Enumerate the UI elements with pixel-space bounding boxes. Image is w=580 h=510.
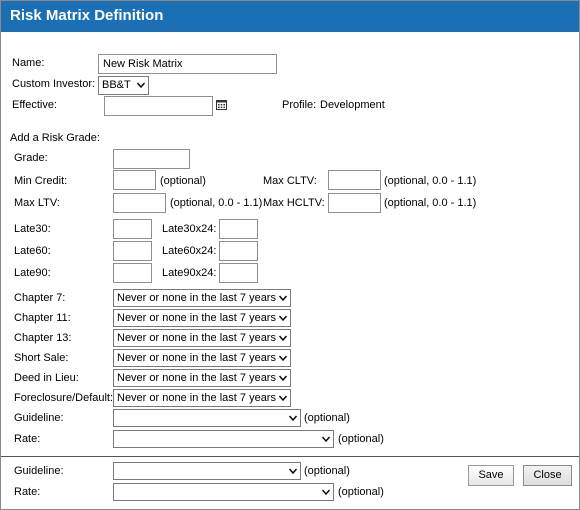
deed-in-lieu-label: Deed in Lieu:: [14, 372, 79, 384]
late30-label: Late30:: [14, 223, 51, 235]
late90-label: Late90:: [14, 267, 51, 279]
close-button[interactable]: Close: [523, 465, 572, 486]
title-bar: Risk Matrix Definition: [1, 1, 579, 32]
dialog-title: Risk Matrix Definition: [10, 7, 164, 24]
short-sale-label: Short Sale:: [14, 352, 69, 364]
name-input[interactable]: New Risk Matrix: [98, 54, 277, 74]
max-hcltv-input[interactable]: [328, 193, 381, 213]
late90-input[interactable]: [113, 263, 152, 283]
chevron-down-icon: [279, 394, 287, 402]
foreclosure-value: Never or none in the last 7 years: [117, 392, 276, 404]
chapter13-label: Chapter 13:: [14, 332, 72, 344]
max-hcltv-hint: (optional, 0.0 - 1.1): [384, 197, 477, 209]
deed-in-lieu-select[interactable]: Never or none in the last 7 years: [113, 369, 291, 387]
chapter7-value: Never or none in the last 7 years: [117, 292, 276, 304]
max-ltv-hint: (optional, 0.0 - 1.1): [170, 197, 263, 209]
risk-matrix-dialog: Risk Matrix Definition Name: New Risk Ma…: [0, 0, 580, 510]
footer-rate-label: Rate:: [14, 486, 41, 498]
late30-input[interactable]: [113, 219, 152, 239]
chevron-down-icon: [289, 414, 297, 422]
chapter13-value: Never or none in the last 7 years: [117, 332, 276, 344]
chevron-down-icon: [279, 374, 287, 382]
chapter11-label: Chapter 11:: [14, 312, 71, 324]
max-hcltv-label: Max HCLTV:: [263, 197, 325, 209]
footer-guideline-select[interactable]: [113, 462, 301, 480]
max-cltv-label: Max CLTV:: [263, 175, 317, 187]
effective-label: Effective:: [12, 99, 58, 111]
chevron-down-icon: [137, 81, 145, 89]
profile-value: Development: [320, 99, 385, 111]
footer-divider: [1, 456, 579, 457]
max-cltv-hint: (optional, 0.0 - 1.1): [384, 175, 477, 187]
late90x24-input[interactable]: [219, 263, 258, 283]
add-risk-grade-heading: Add a Risk Grade:: [10, 132, 100, 144]
footer-guideline-hint: (optional): [304, 465, 350, 477]
chapter11-value: Never or none in the last 7 years: [117, 312, 276, 324]
late60x24-input[interactable]: [219, 241, 258, 261]
deed-in-lieu-value: Never or none in the last 7 years: [117, 372, 276, 384]
guideline-select[interactable]: [113, 409, 301, 427]
profile-label: Profile:: [282, 99, 317, 111]
min-credit-hint: (optional): [160, 175, 206, 187]
late30x24-label: Late30x24:: [162, 223, 217, 235]
late30x24-input[interactable]: [219, 219, 258, 239]
late90x24-label: Late90x24:: [162, 267, 217, 279]
rate-hint: (optional): [338, 433, 384, 445]
custom-investor-select[interactable]: BB&T: [98, 76, 149, 95]
save-button[interactable]: Save: [468, 465, 514, 486]
short-sale-select[interactable]: Never or none in the last 7 years: [113, 349, 291, 367]
min-credit-label: Min Credit:: [14, 175, 68, 187]
chapter7-label: Chapter 7:: [14, 292, 66, 304]
late60-label: Late60:: [14, 245, 51, 257]
calendar-icon[interactable]: [216, 99, 227, 110]
chevron-down-icon: [289, 467, 297, 475]
foreclosure-label: Foreclosure/Default:: [14, 392, 114, 404]
chapter11-select[interactable]: Never or none in the last 7 years: [113, 309, 291, 327]
short-sale-value: Never or none in the last 7 years: [117, 352, 276, 364]
max-cltv-input[interactable]: [328, 170, 381, 190]
chevron-down-icon: [279, 334, 287, 342]
footer-rate-select[interactable]: [113, 483, 334, 501]
chevron-down-icon: [279, 354, 287, 362]
custom-investor-value: BB&T: [102, 79, 131, 91]
rate-select[interactable]: [113, 430, 334, 448]
chapter7-select[interactable]: Never or none in the last 7 years: [113, 289, 291, 307]
chapter13-select[interactable]: Never or none in the last 7 years: [113, 329, 291, 347]
chevron-down-icon: [322, 435, 330, 443]
grade-label: Grade:: [14, 152, 48, 164]
footer-rate-hint: (optional): [338, 486, 384, 498]
late60x24-label: Late60x24:: [162, 245, 217, 257]
effective-date-input[interactable]: [104, 96, 213, 116]
min-credit-input[interactable]: [113, 170, 156, 190]
custom-investor-label: Custom Investor:: [12, 78, 96, 90]
guideline-hint: (optional): [304, 412, 350, 424]
late60-input[interactable]: [113, 241, 152, 261]
chevron-down-icon: [279, 314, 287, 322]
chevron-down-icon: [279, 294, 287, 302]
name-label: Name:: [12, 57, 45, 69]
grade-input[interactable]: [113, 149, 190, 169]
guideline-label: Guideline:: [14, 412, 64, 424]
max-ltv-label: Max LTV:: [14, 197, 60, 209]
footer-guideline-label: Guideline:: [14, 465, 64, 477]
rate-label: Rate:: [14, 433, 41, 445]
chevron-down-icon: [322, 488, 330, 496]
foreclosure-select[interactable]: Never or none in the last 7 years: [113, 389, 291, 407]
max-ltv-input[interactable]: [113, 193, 166, 213]
